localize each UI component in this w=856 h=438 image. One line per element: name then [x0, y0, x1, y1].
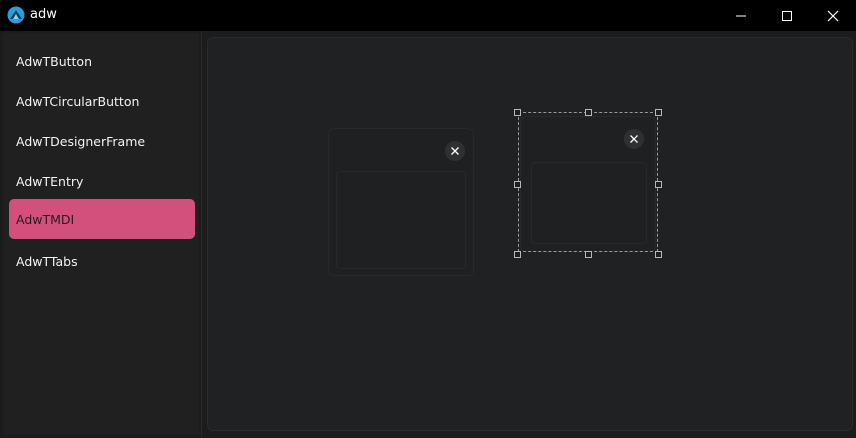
- minimize-icon: [736, 15, 746, 16]
- sidebar-item-adwttabs[interactable]: AdwTTabs: [9, 241, 195, 281]
- sidebar-item-adwtbutton[interactable]: AdwTButton: [9, 41, 195, 81]
- resize-handle-bottom-right[interactable]: [655, 251, 662, 258]
- sidebar-item-label: AdwTTabs: [16, 253, 78, 269]
- mdi-close-button[interactable]: [445, 141, 465, 161]
- title-bar: adw: [0, 0, 856, 31]
- resize-handle-top-right[interactable]: [655, 109, 662, 116]
- sidebar-item-label: AdwTDesignerFrame: [16, 133, 146, 149]
- resize-handle-bottom-left[interactable]: [514, 251, 521, 258]
- resize-handle-bottom[interactable]: [585, 251, 592, 258]
- sidebar-item-label: AdwTButton: [16, 53, 92, 69]
- maximize-icon: [782, 10, 792, 21]
- resize-handle-top[interactable]: [585, 109, 592, 116]
- selection-frame: [518, 112, 658, 252]
- resize-handle-top-left[interactable]: [514, 109, 521, 116]
- resize-handle-right[interactable]: [655, 181, 662, 188]
- sidebar-divider: [201, 31, 202, 437]
- mdi-window-1[interactable]: [328, 128, 474, 276]
- window-title: adw: [30, 7, 57, 22]
- sidebar-item-label: AdwTCircularButton: [16, 93, 140, 109]
- resize-handle-left[interactable]: [514, 181, 521, 188]
- close-window-button[interactable]: [810, 0, 856, 31]
- sidebar-item-label: AdwTMDI: [16, 211, 75, 227]
- window-body: AdwTButton AdwTCircularButton AdwTDesign…: [1, 31, 855, 437]
- sidebar-item-adwtmdi[interactable]: AdwTMDI: [9, 199, 195, 239]
- mdi-area[interactable]: [207, 37, 853, 431]
- maximize-button[interactable]: [764, 0, 810, 31]
- sidebar-item-adwtcircularbutton[interactable]: AdwTCircularButton: [9, 81, 195, 121]
- sidebar-item-adwtdesignerframe[interactable]: AdwTDesignerFrame: [9, 121, 195, 161]
- sidebar-item-adwtentry[interactable]: AdwTEntry: [9, 161, 195, 201]
- close-icon: [827, 10, 839, 21]
- app-logo-icon: [7, 6, 25, 24]
- mdi-window-content: [336, 171, 466, 269]
- minimize-button[interactable]: [718, 0, 764, 31]
- sidebar: AdwTButton AdwTCircularButton AdwTDesign…: [3, 33, 199, 435]
- close-icon: [451, 147, 459, 155]
- sidebar-item-label: AdwTEntry: [16, 173, 84, 189]
